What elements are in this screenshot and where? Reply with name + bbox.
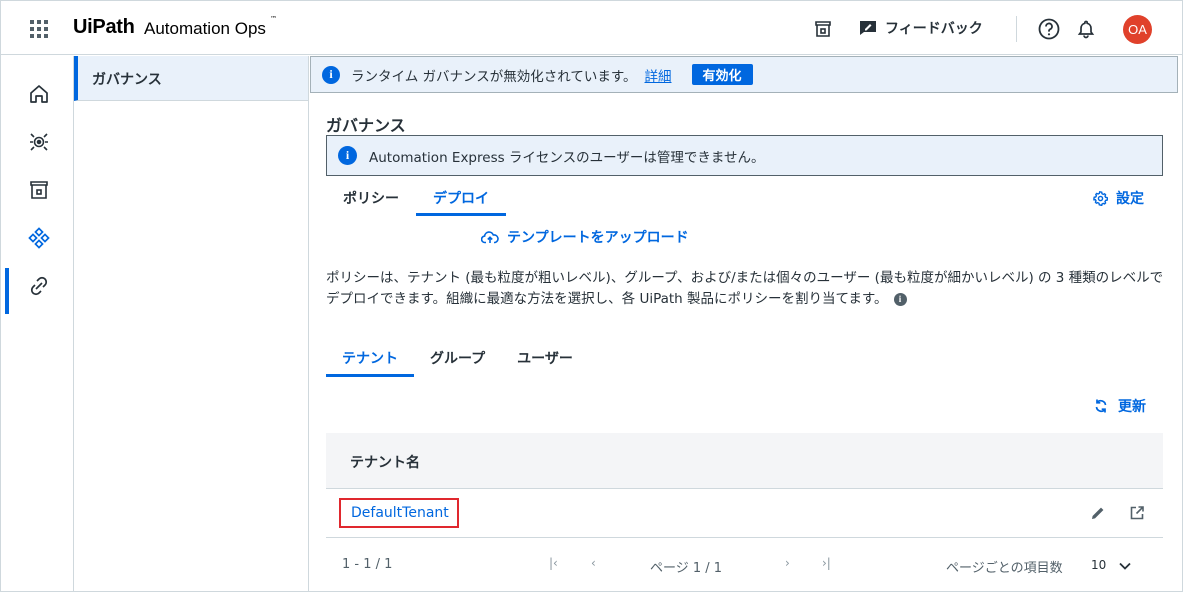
store-icon[interactable] xyxy=(28,179,50,201)
info-icon: i xyxy=(338,146,357,165)
details-link[interactable]: 詳細 xyxy=(645,65,672,85)
notification-bell-icon[interactable] xyxy=(1076,19,1096,39)
next-page-button[interactable]: › xyxy=(785,556,790,570)
feedback-label: フィードバック xyxy=(885,21,983,37)
pagination-bar: 1 - 1 / 1 |‹ ‹ ページ 1 / 1 › ›| ページごとの項目数 … xyxy=(326,538,1163,588)
scope-tabs: テナント グループ ユーザー xyxy=(326,340,589,378)
link-settings-icon[interactable] xyxy=(28,275,50,297)
upload-template-button[interactable]: テンプレートをアップロード xyxy=(481,227,689,247)
main-content: i ランタイム ガバナンスが無効化されています。 詳細 有効化 ガバナンス i … xyxy=(310,56,1182,591)
help-icon[interactable] xyxy=(1038,18,1060,40)
pagination-range: 1 - 1 / 1 xyxy=(342,557,393,572)
items-per-page-label: ページごとの項目数 xyxy=(946,561,1063,576)
store-icon[interactable] xyxy=(813,19,833,39)
table-row: DefaultTenant xyxy=(326,489,1163,538)
chevron-down-icon[interactable] xyxy=(1118,560,1132,572)
apps-grid-icon[interactable] xyxy=(30,20,48,38)
tab-tenant[interactable]: テナント xyxy=(326,340,414,377)
info-tooltip-icon[interactable]: i xyxy=(893,293,907,306)
feedback-button[interactable]: フィードバック xyxy=(859,18,983,38)
secondary-sidebar: ガバナンス xyxy=(74,56,309,591)
runtime-governance-banner: i ランタイム ガバナンスが無効化されています。 詳細 有効化 xyxy=(310,56,1178,93)
left-rail xyxy=(1,56,74,591)
page-size-select[interactable]: 10 xyxy=(1091,558,1106,572)
main-tabs: ポリシー デプロイ xyxy=(326,180,506,218)
settings-label: 設定 xyxy=(1116,191,1144,207)
upload-label: テンプレートをアップロード xyxy=(507,230,689,246)
refresh-icon xyxy=(1095,399,1107,413)
app-window: UiPath Automation Ops ™ フィードバック OA ガバナンス… xyxy=(0,0,1183,592)
tab-group[interactable]: グループ xyxy=(414,340,501,377)
governance-target-icon[interactable] xyxy=(28,131,50,153)
info-icon: i xyxy=(322,65,340,84)
tab-policy[interactable]: ポリシー xyxy=(326,180,416,216)
banner-text: ランタイム ガバナンスが無効化されています。 xyxy=(351,68,637,85)
edit-pencil-icon[interactable] xyxy=(1090,505,1106,521)
last-page-button[interactable]: ›| xyxy=(822,556,831,570)
sidebar-item-governance[interactable]: ガバナンス xyxy=(74,56,308,101)
description-text: ポリシーは、テナント (最も粒度が粗いレベル)、グループ、および/または個々のユ… xyxy=(326,270,1164,307)
home-icon[interactable] xyxy=(28,83,50,105)
tenant-name-link[interactable]: DefaultTenant xyxy=(339,498,459,528)
settings-button[interactable]: 設定 xyxy=(1093,188,1144,208)
gear-icon xyxy=(1093,190,1108,206)
first-page-button[interactable]: |‹ xyxy=(549,556,558,570)
tab-deploy[interactable]: デプロイ xyxy=(416,180,506,216)
cloud-upload-icon xyxy=(481,231,499,244)
enable-button[interactable]: 有効化 xyxy=(691,64,753,85)
page-title: ガバナンス xyxy=(326,116,406,135)
uipath-logo[interactable]: UiPath xyxy=(73,16,135,39)
license-notice: i Automation Express ライセンスのユーザーは管理できません。 xyxy=(326,135,1163,176)
deploy-network-icon[interactable] xyxy=(28,227,50,249)
rail-active-indicator xyxy=(5,268,9,314)
table-header-tenant-name[interactable]: テナント名 xyxy=(326,433,1163,489)
previous-page-button[interactable]: ‹ xyxy=(591,556,596,570)
top-header: UiPath Automation Ops ™ フィードバック OA xyxy=(1,1,1182,55)
open-external-icon[interactable] xyxy=(1129,505,1145,521)
tab-user[interactable]: ユーザー xyxy=(501,340,589,377)
deploy-description: ポリシーは、テナント (最も粒度が粗いレベル)、グループ、および/または個々のユ… xyxy=(326,268,1166,310)
header-divider xyxy=(1016,16,1017,42)
trademark-mark: ™ xyxy=(270,15,277,23)
refresh-label: 更新 xyxy=(1118,399,1146,415)
product-name: Automation Ops xyxy=(144,19,266,38)
notice-text: Automation Express ライセンスのユーザーは管理できません。 xyxy=(369,149,765,166)
user-avatar[interactable]: OA xyxy=(1123,15,1152,44)
page-indicator: ページ 1 / 1 xyxy=(650,561,723,576)
refresh-button[interactable]: 更新 xyxy=(1094,396,1146,416)
feedback-icon xyxy=(860,21,876,35)
tenant-table: テナント名 DefaultTenant 1 - 1 / 1 |‹ ‹ ページ 1… xyxy=(326,433,1163,588)
